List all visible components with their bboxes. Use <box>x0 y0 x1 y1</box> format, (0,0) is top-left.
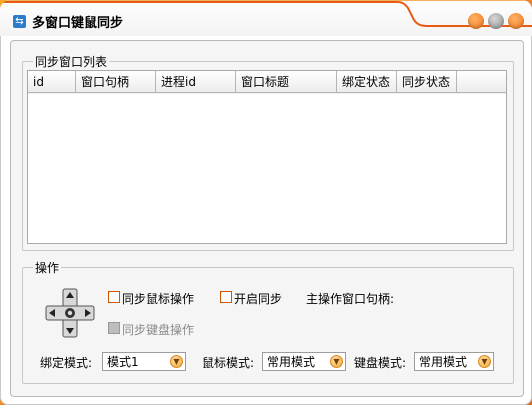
column-header-sync-status[interactable]: 同步状态 <box>397 71 457 93</box>
chevron-down-icon[interactable]: ▼ <box>170 355 183 368</box>
chevron-down-icon[interactable]: ▼ <box>478 355 491 368</box>
column-header-window-handle[interactable]: 窗口句柄 <box>76 71 156 93</box>
column-header-bind-status[interactable]: 绑定状态 <box>337 71 397 93</box>
sync-list-group-label: 同步窗口列表 <box>33 53 110 70</box>
sync-mouse-label[interactable]: 同步鼠标操作 <box>122 290 194 307</box>
sync-keyboard-label: 同步键盘操作 <box>122 323 195 337</box>
main-window: ⇆ 多窗口键鼠同步 同步窗口列表 id 窗口句柄 进程id 窗口标题 绑定状态 … <box>0 0 532 405</box>
title-bar[interactable]: ⇆ 多窗口键鼠同步 <box>0 0 532 36</box>
keyboard-mode-value: 常用模式 <box>419 355 468 369</box>
bind-mode-select[interactable]: 模式1 ▼ <box>102 352 186 371</box>
chevron-down-icon[interactable]: ▼ <box>330 355 343 368</box>
bind-mode-label: 绑定模式: <box>40 356 93 370</box>
start-sync-label[interactable]: 开启同步 <box>234 290 282 307</box>
dpad-icon <box>45 288 95 338</box>
minimize-button[interactable] <box>468 13 484 29</box>
start-sync-checkbox[interactable] <box>220 291 232 303</box>
keyboard-mode-select[interactable]: 常用模式 ▼ <box>414 352 494 371</box>
list-header: id 窗口句柄 进程id 窗口标题 绑定状态 同步状态 <box>28 71 506 94</box>
column-header-process-id[interactable]: 进程id <box>156 71 236 93</box>
app-icon: ⇆ <box>13 15 26 28</box>
sync-mouse-checkbox[interactable] <box>108 291 120 303</box>
column-header-id[interactable]: id <box>28 71 76 93</box>
maximize-button[interactable] <box>488 13 504 29</box>
sync-window-list[interactable]: id 窗口句柄 进程id 窗口标题 绑定状态 同步状态 <box>27 70 507 244</box>
mouse-mode-label: 鼠标模式: <box>202 356 255 370</box>
close-button[interactable] <box>508 13 524 29</box>
keyboard-mode-label: 键盘模式: <box>354 356 407 370</box>
column-header-filler <box>457 71 506 93</box>
operations-group-label: 操作 <box>33 259 62 276</box>
mouse-mode-value: 常用模式 <box>267 355 316 369</box>
main-window-handle-label: 主操作窗口句柄: <box>306 292 395 306</box>
mouse-mode-select[interactable]: 常用模式 ▼ <box>262 352 346 371</box>
window-title: 多窗口键鼠同步 <box>32 16 124 31</box>
column-header-window-title[interactable]: 窗口标题 <box>236 71 337 93</box>
sync-keyboard-checkbox <box>108 322 120 334</box>
bind-mode-value: 模式1 <box>107 355 139 369</box>
